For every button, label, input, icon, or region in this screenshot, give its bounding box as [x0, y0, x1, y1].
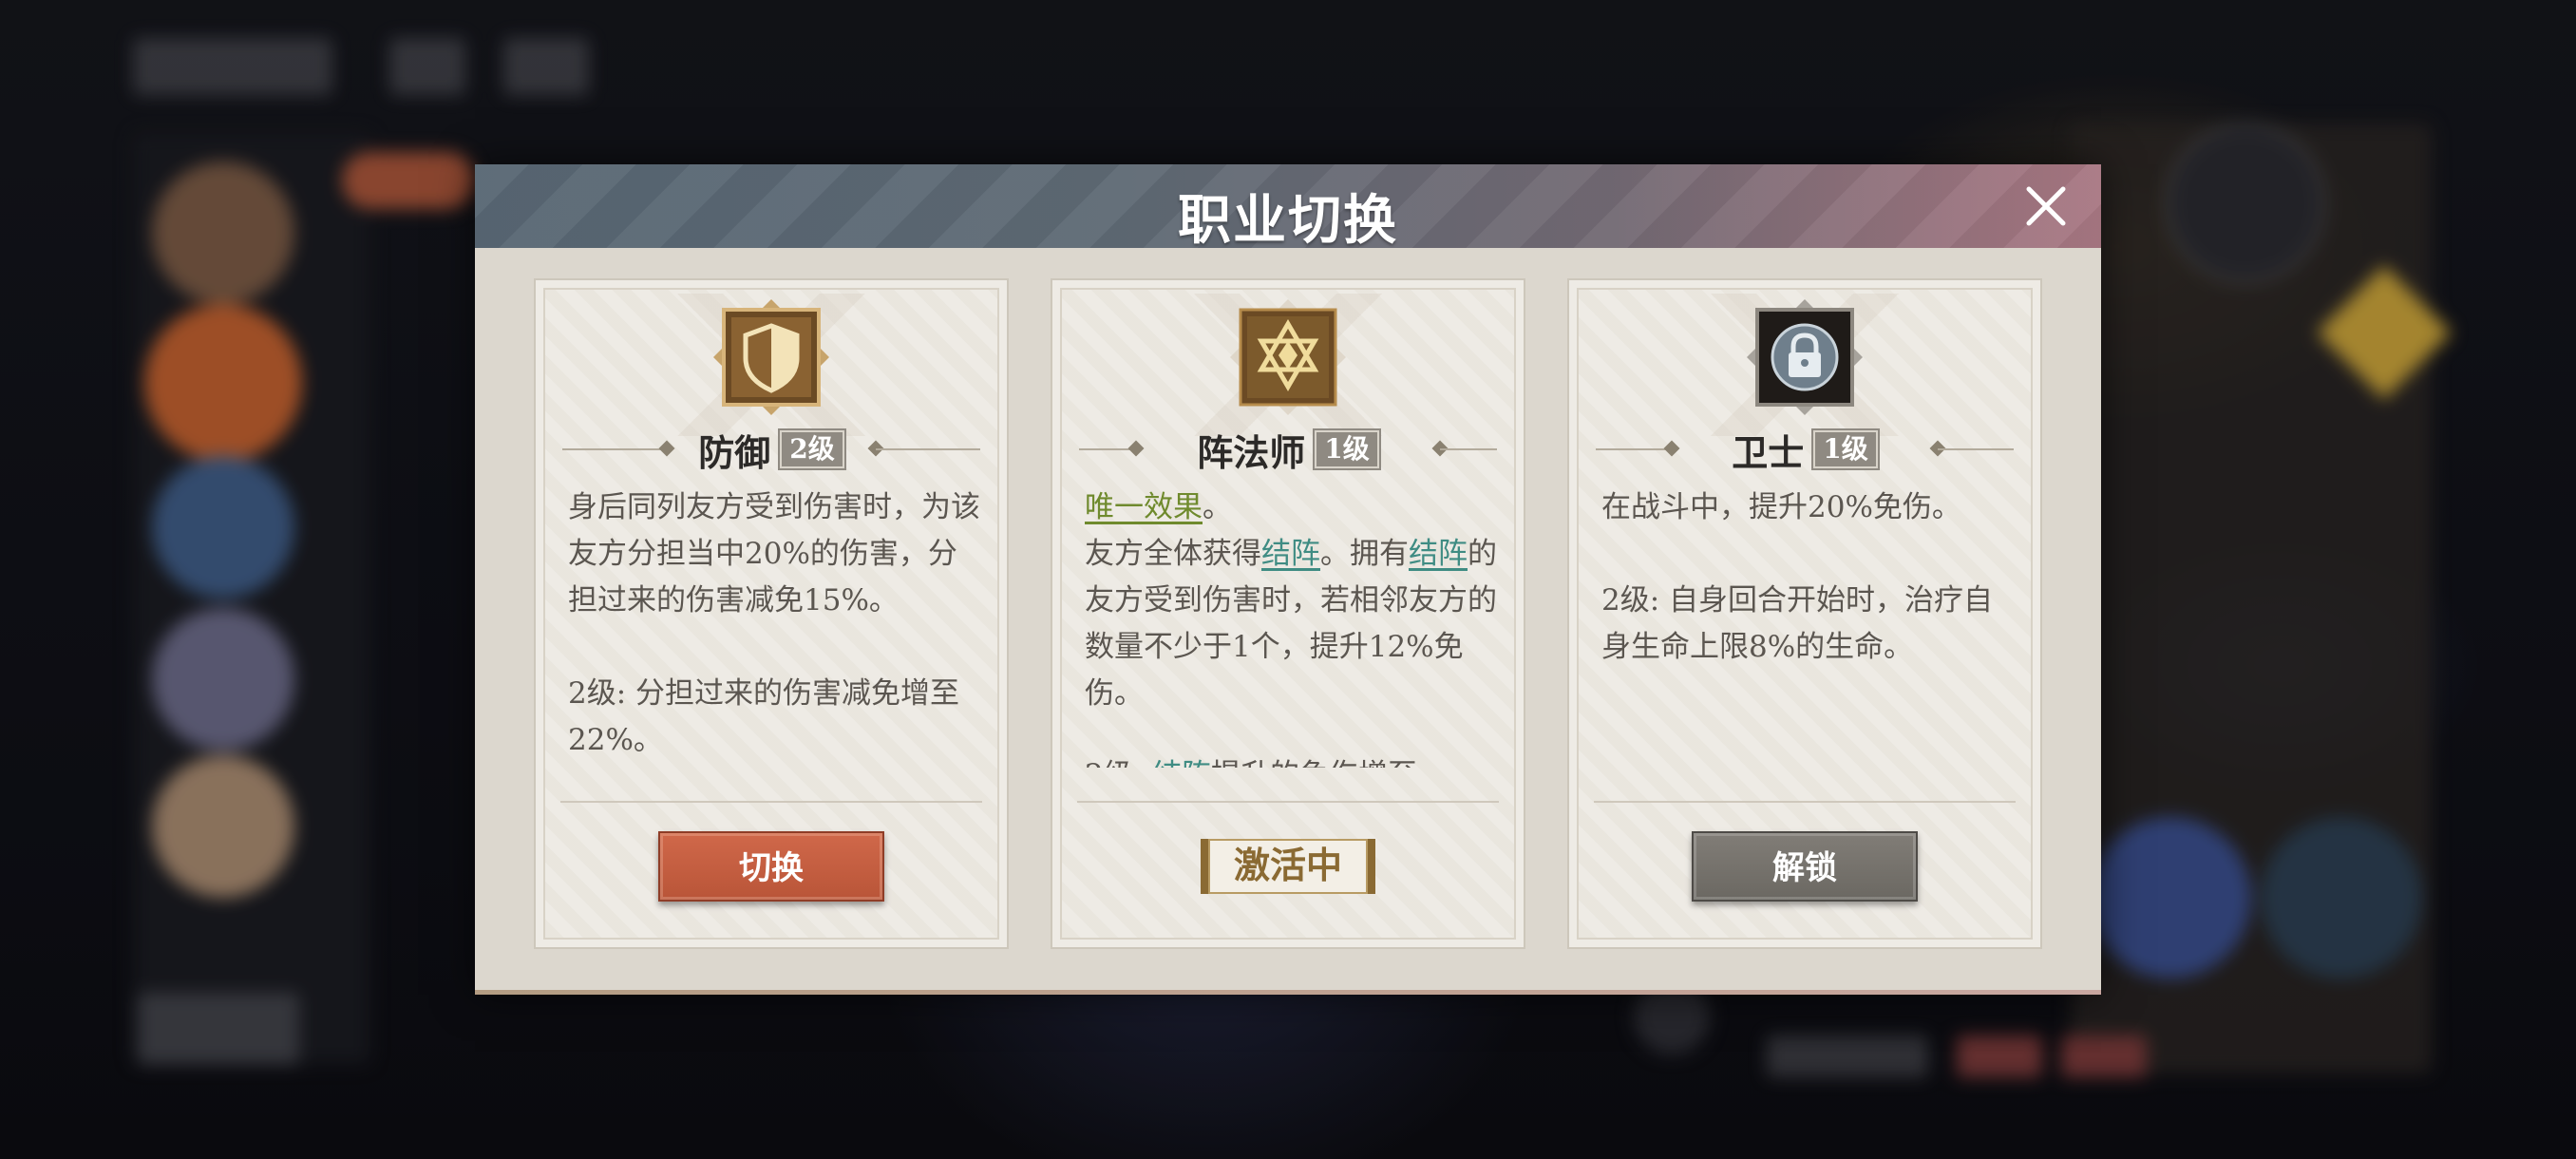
dialog-title: 职业切换	[1178, 189, 1398, 252]
divider	[1594, 801, 2016, 803]
class-name: 防御	[698, 430, 771, 474]
formation-keyword[interactable]: 结阵	[1409, 537, 1468, 571]
class-name-row: 防御 2级	[536, 423, 1007, 476]
class-icon-container	[1743, 295, 1866, 419]
lock-icon	[1747, 299, 1863, 415]
level-badge: 2级	[778, 428, 846, 470]
close-button[interactable]	[2023, 183, 2069, 229]
divider	[560, 801, 982, 803]
level-2-description: 2级: 结阵提升的免伤增至	[1085, 752, 1499, 768]
unique-effect-keyword[interactable]: 唯一效果	[1085, 490, 1203, 524]
unlock-button[interactable]: 解锁	[1692, 831, 1918, 902]
close-icon	[2026, 186, 2066, 226]
class-switch-dialog: 职业切换 防御 2级 身后同列友方受到伤害时，为该友方分担当中20%的伤害，分担…	[475, 164, 2101, 995]
class-card-guardian: 卫士 1级 在战斗中，提升20%免伤。 2级: 自身回合开始时，治疗自身生命上限…	[1567, 278, 2042, 949]
description-text: 在战斗中，提升20%免伤。	[1601, 490, 1961, 524]
unique-effect-line: 唯一效果。	[1085, 490, 1232, 524]
divider	[1077, 801, 1499, 803]
class-description[interactable]: 身后同列友方受到伤害时，为该友方分担当中20%的伤害，分担过来的伤害减免15%。…	[568, 484, 982, 768]
formation-keyword[interactable]: 结阵	[1261, 537, 1320, 571]
class-name: 阵法师	[1197, 430, 1306, 474]
level-2-description: 2级: 自身回合开始时，治疗自身生命上限8%的生命。	[1601, 583, 1994, 664]
description-text: 身后同列友方受到伤害时，为该友方分担当中20%的伤害，分担过来的伤害减免15%。	[568, 490, 980, 618]
formation-keyword[interactable]: 结阵	[1152, 758, 1211, 768]
active-status-tag: 激活中	[1201, 839, 1375, 894]
level-badge: 1级	[1313, 428, 1381, 470]
dialog-bottom-border	[475, 990, 2101, 995]
class-icon-container	[1226, 295, 1350, 419]
class-card-defense: 防御 2级 身后同列友方受到伤害时，为该友方分担当中20%的伤害，分担过来的伤害…	[534, 278, 1009, 949]
hexagram-star-icon	[1230, 299, 1346, 415]
class-card-formation-master: 阵法师 1级 唯一效果。 友方全体获得结阵。拥有结阵的友方受到伤害时，若相邻友方…	[1051, 278, 1525, 949]
class-description[interactable]: 唯一效果。 友方全体获得结阵。拥有结阵的友方受到伤害时，若相邻友方的数量不少于1…	[1085, 484, 1499, 768]
switch-button[interactable]: 切换	[658, 831, 884, 902]
dialog-header: 职业切换	[475, 164, 2101, 252]
level-badge: 1级	[1811, 428, 1880, 470]
description-text: 友方全体获得结阵。拥有结阵的友方受到伤害时，若相邻友方的数量不少于1个，提升12…	[1085, 537, 1497, 711]
class-description[interactable]: 在战斗中，提升20%免伤。 2级: 自身回合开始时，治疗自身生命上限8%的生命。	[1601, 484, 2016, 768]
level-2-description: 2级: 分担过来的伤害减免增至22%。	[568, 676, 960, 757]
class-name-row: 阵法师 1级	[1052, 423, 1524, 476]
shield-icon	[713, 299, 829, 415]
class-name: 卫士	[1732, 430, 1805, 474]
class-icon-container	[710, 295, 833, 419]
class-name-row: 卫士 1级	[1569, 423, 2040, 476]
